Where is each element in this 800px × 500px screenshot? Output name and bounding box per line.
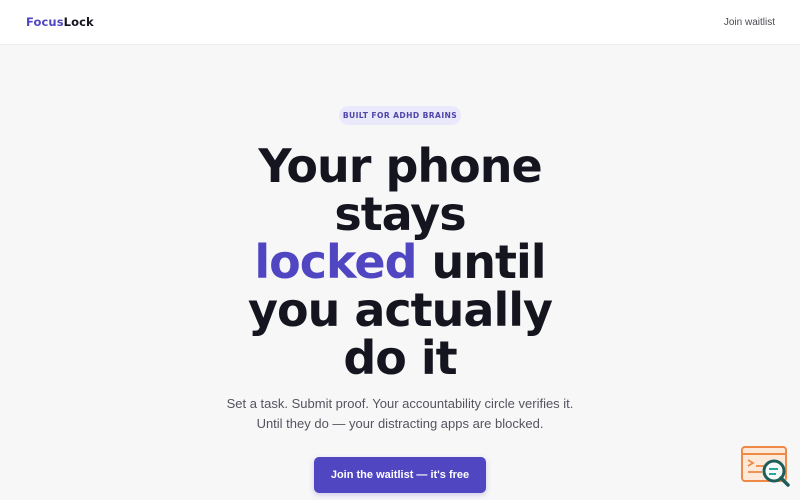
top-nav: Focus Lock Join waitlist — [0, 0, 800, 45]
subtitle-line-2: Until they do — your distracting apps ar… — [256, 416, 544, 431]
hero-subtitle: Set a task. Submit proof. Your accountab… — [150, 394, 650, 434]
logo-part-lock: Lock — [63, 15, 94, 29]
subtitle-line-1: Set a task. Submit proof. Your accountab… — [226, 396, 574, 411]
search-code-icon[interactable] — [740, 444, 792, 488]
hero-badge: BUILT FOR ADHD BRAINS — [339, 106, 461, 125]
headline-line-2: stays — [334, 187, 466, 241]
headline-line-1: Your phone — [258, 139, 542, 193]
join-waitlist-link[interactable]: Join waitlist — [724, 17, 775, 28]
headline-line-4: you actually — [248, 283, 553, 337]
join-waitlist-button[interactable]: Join the waitlist — it's free — [314, 457, 486, 493]
headline-line-3-rest: until — [416, 235, 547, 289]
headline-accent-word: locked — [254, 235, 417, 289]
logo[interactable]: Focus Lock — [26, 15, 94, 29]
hero-headline: Your phone stays locked until you actual… — [100, 142, 700, 382]
headline-line-3: locked until — [100, 238, 700, 286]
headline-line-5: do it — [343, 331, 457, 385]
logo-part-focus: Focus — [26, 15, 64, 29]
